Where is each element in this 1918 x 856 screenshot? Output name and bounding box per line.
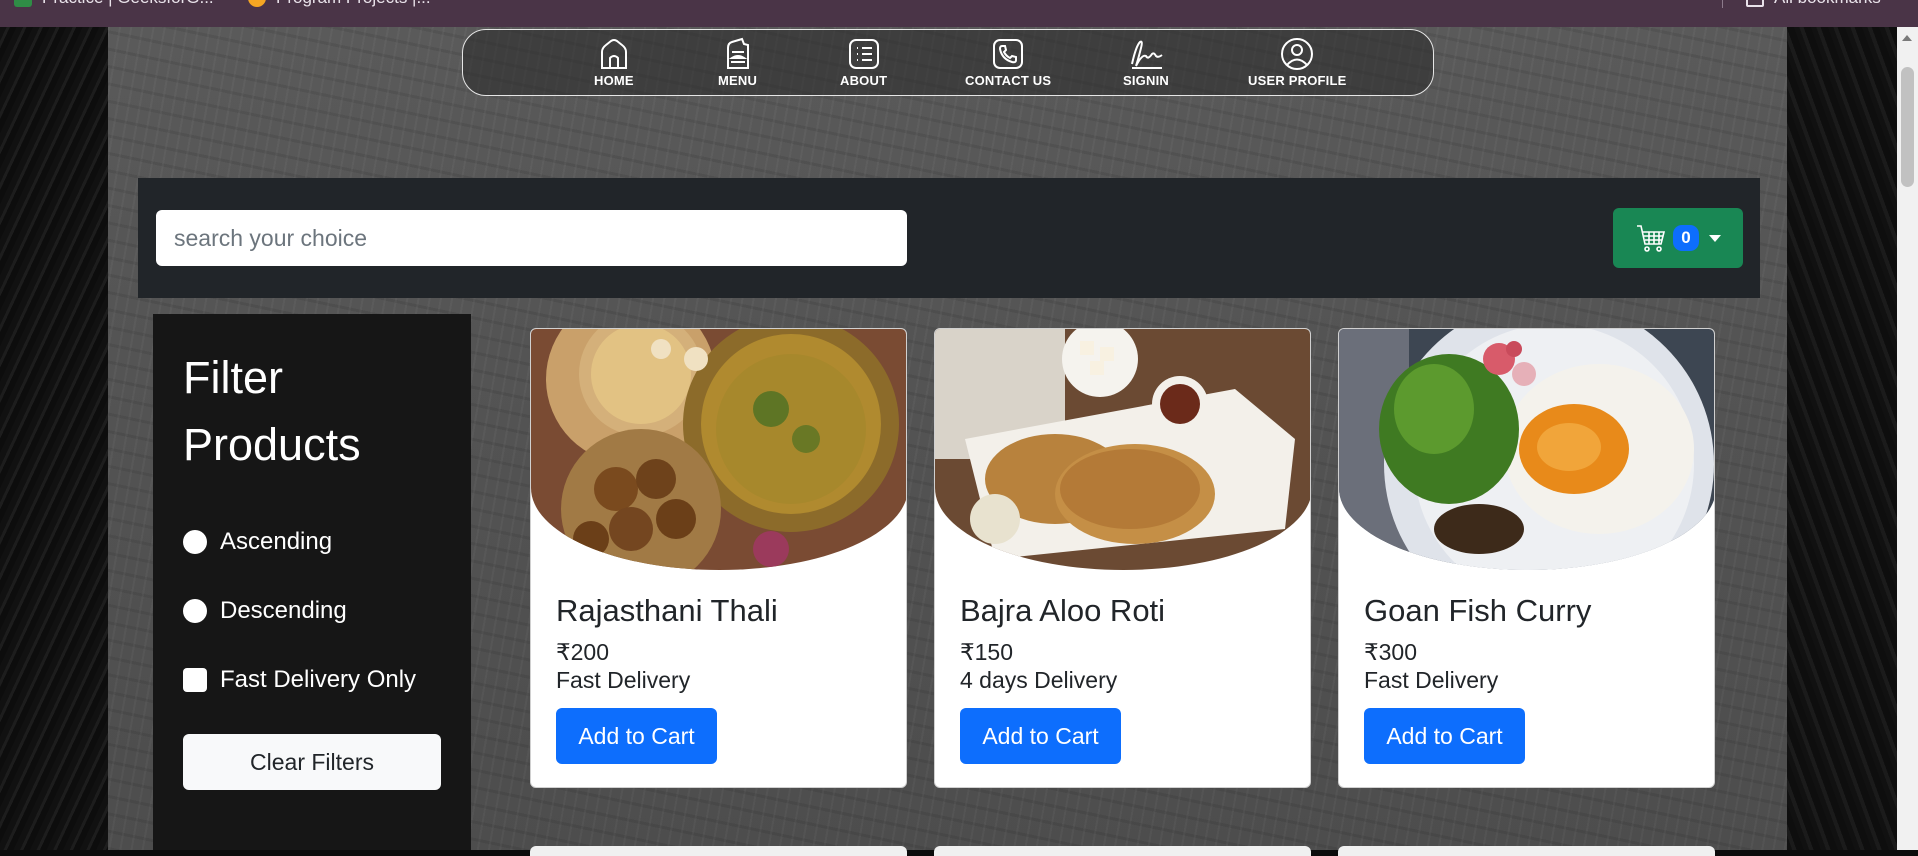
product-name: Goan Fish Curry	[1364, 593, 1592, 628]
product-card: Bajra Aloo Roti ₹150 4 days Delivery Add…	[934, 328, 1311, 788]
product-card: Goan Fish Curry ₹300 Fast Delivery Add t…	[1338, 328, 1715, 788]
all-bookmarks-label: All bookmarks	[1774, 0, 1881, 8]
product-price: ₹150	[960, 639, 1014, 665]
product-card-partial	[934, 846, 1311, 856]
nav-menu[interactable]: MENU	[718, 36, 757, 88]
search-bar: 0	[138, 178, 1760, 298]
nav-about-label: ABOUT	[840, 73, 888, 88]
cart-icon	[1637, 225, 1666, 252]
nav-home[interactable]: HOME	[594, 36, 634, 88]
bookmark-geeksforgeeks[interactable]: Practice | GeeksforG...	[14, 0, 214, 8]
background-left	[0, 27, 108, 850]
bookmarks-bar: Practice | GeeksforG... Program Projects…	[0, 0, 1918, 27]
add-to-cart-button[interactable]: Add to Cart	[960, 708, 1121, 764]
search-input[interactable]	[156, 210, 907, 266]
nav-about[interactable]: ABOUT	[840, 36, 887, 88]
product-image-bajra-aloo-roti	[935, 329, 1310, 570]
phone-icon	[993, 39, 1024, 69]
product-card-partial	[530, 846, 907, 856]
add-to-cart-button[interactable]: Add to Cart	[556, 708, 717, 764]
bookmark-program-projects[interactable]: Program Projects |...	[248, 0, 431, 8]
product-delivery: Fast Delivery	[556, 667, 691, 693]
filter-title: Filter Products	[183, 352, 361, 470]
background-right	[1787, 27, 1897, 850]
nav-home-label: HOME	[594, 73, 634, 88]
clear-filters-button[interactable]: Clear Filters	[183, 734, 441, 790]
user-icon	[1281, 38, 1314, 70]
product-name: Bajra Aloo Roti	[960, 593, 1166, 628]
nav-menu-label: MENU	[718, 73, 758, 88]
product-price: ₹200	[556, 639, 610, 665]
cart-dropdown-button[interactable]: 0	[1613, 208, 1743, 268]
bookmark-label: Practice | GeeksforG...	[42, 0, 214, 8]
top-navigation: HOME MENU ABOUT CONTACT US SIGNIN USER P…	[462, 29, 1434, 96]
divider	[1722, 0, 1723, 8]
home-icon	[600, 39, 627, 69]
product-name: Rajasthani Thali	[556, 593, 778, 628]
all-bookmarks[interactable]: All bookmarks	[1746, 0, 1881, 8]
menu-icon	[726, 37, 749, 69]
geeksforgeeks-icon	[14, 0, 32, 7]
sort-ascending-option[interactable]: Ascending	[183, 528, 332, 556]
ascending-label: Ascending	[220, 528, 333, 555]
scroll-thumb[interactable]	[1901, 67, 1914, 187]
signature-icon	[1131, 40, 1163, 69]
star-icon	[248, 0, 266, 7]
nav-signin[interactable]: SIGNIN	[1123, 36, 1169, 88]
page-scrollbar[interactable]	[1897, 27, 1918, 850]
product-price: ₹300	[1364, 639, 1418, 665]
nav-contact-label: CONTACT US	[965, 73, 1052, 88]
scroll-up-arrow-icon[interactable]	[1902, 35, 1912, 41]
product-delivery: 4 days Delivery	[960, 667, 1118, 693]
product-card-partial	[1338, 846, 1715, 856]
product-delivery: Fast Delivery	[1364, 667, 1499, 693]
fast-delivery-label: Fast Delivery Only	[220, 666, 417, 693]
nav-user-profile[interactable]: USER PROFILE	[1248, 36, 1346, 88]
descending-label: Descending	[220, 597, 347, 624]
about-icon	[848, 39, 879, 69]
folder-icon	[1746, 0, 1764, 7]
descending-radio[interactable]	[183, 599, 207, 623]
fast-delivery-checkbox[interactable]	[183, 668, 207, 692]
nav-user-profile-label: USER PROFILE	[1248, 73, 1347, 88]
cart-count-badge: 0	[1673, 225, 1699, 251]
sort-descending-option[interactable]: Descending	[183, 597, 347, 625]
nav-signin-label: SIGNIN	[1123, 73, 1169, 88]
product-card: Rajasthani Thali ₹200 Fast Delivery Add …	[530, 328, 907, 788]
nav-contact[interactable]: CONTACT US	[965, 36, 1051, 88]
fast-delivery-option[interactable]: Fast Delivery Only	[183, 666, 416, 694]
chevron-down-icon	[1708, 234, 1721, 242]
bookmark-label: Program Projects |...	[276, 0, 431, 8]
filter-panel: Filter Products Ascending Descending Fas…	[153, 314, 471, 850]
ascending-radio[interactable]	[183, 530, 207, 554]
add-to-cart-button[interactable]: Add to Cart	[1364, 708, 1525, 764]
product-image-rajasthani-thali	[531, 329, 906, 570]
product-image-goan-fish-curry	[1339, 329, 1714, 570]
